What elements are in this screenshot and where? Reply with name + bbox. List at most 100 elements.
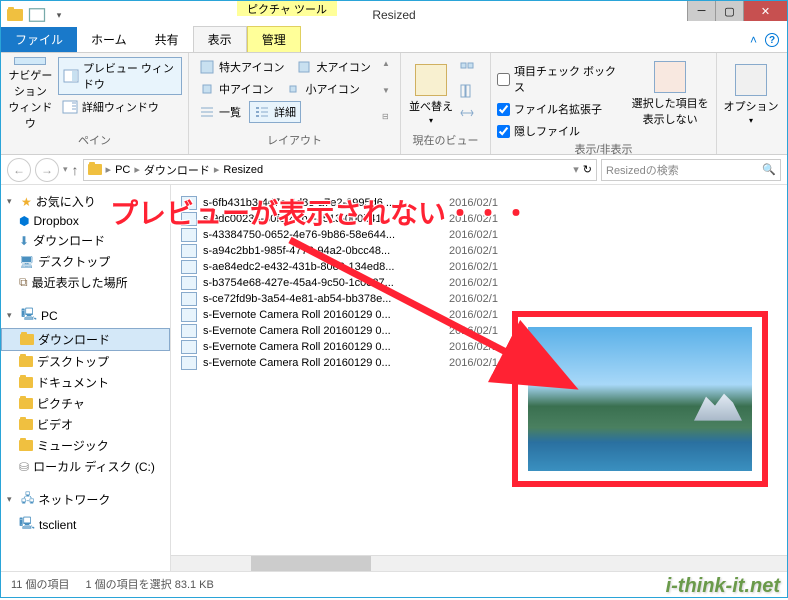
layout-list[interactable]: 一覧 (195, 102, 245, 122)
pc-icon: 🖳 (21, 305, 37, 326)
file-date: 2016/02/1 (449, 277, 498, 289)
item-checkbox-toggle[interactable]: 項目チェック ボックス (497, 61, 626, 97)
image-file-icon (181, 276, 197, 290)
file-name: s-a94c2bb1-985f-4776-94a2-0bcc48... (203, 245, 443, 257)
sort-button[interactable]: 並べ替え ▾ (407, 57, 455, 131)
pane-group-label: ペイン (7, 132, 182, 150)
file-list[interactable]: s-6fb431b3-4d7e-4d8e-a7e2-8995d6...2016/… (171, 185, 787, 571)
up-button[interactable]: ↑ (72, 162, 79, 178)
file-row[interactable]: s-43384750-0652-4e76-9b86-58e644...2016/… (181, 227, 787, 243)
tab-home[interactable]: ホーム (77, 27, 141, 52)
status-selection: 1 個の項目を選択 83.1 KB (85, 576, 213, 592)
tab-share[interactable]: 共有 (141, 27, 193, 52)
qat-dropdown[interactable]: ▾ (49, 5, 69, 25)
preview-pane-button[interactable]: プレビュー ウィンドウ (58, 57, 182, 95)
image-file-icon (181, 228, 197, 242)
image-file-icon (181, 196, 197, 210)
tab-file[interactable]: ファイル (1, 27, 77, 52)
group-by-icon[interactable] (459, 61, 475, 77)
close-button[interactable]: ✕ (743, 1, 787, 21)
file-row[interactable]: s-a94c2bb1-985f-4776-94a2-0bcc48... 2016/… (181, 243, 787, 259)
layout-details[interactable]: 詳細 (249, 101, 301, 123)
tree-videos[interactable]: ビデオ (1, 414, 170, 435)
file-row[interactable]: s-b3754e68-427e-45a4-9c50-1c0837... 2016/… (181, 275, 787, 291)
tree-pictures[interactable]: ピクチャ (1, 393, 170, 414)
qat-icon[interactable] (27, 5, 47, 25)
image-file-icon (181, 340, 197, 354)
file-ext-toggle[interactable]: ファイル名拡張子 (497, 99, 626, 119)
layout-extra-large[interactable]: 特大アイコン (195, 57, 288, 77)
navigation-bar: ← → ▾ ↑ ▸ PC ▸ ダウンロード ▸ Resized ▾ ↻ Resi… (1, 155, 787, 185)
tab-manage[interactable]: 管理 (247, 26, 301, 52)
file-name: s-b3754e68-427e-45a4-9c50-1c0837... (203, 277, 443, 289)
tree-music[interactable]: ミュージック (1, 435, 170, 456)
computer-icon: 🖳 (19, 514, 35, 535)
tree-pc-downloads[interactable]: ダウンロード (1, 328, 170, 351)
file-date: 2016/02/1 (449, 245, 498, 257)
help-icon[interactable]: ? (765, 33, 779, 47)
options-button[interactable]: オプション ▾ (723, 57, 779, 131)
add-columns-icon[interactable] (459, 83, 475, 99)
minimize-button[interactable]: ─ (687, 1, 715, 21)
ribbon-collapse-icon[interactable]: ˄ (750, 33, 757, 47)
layout-medium[interactable]: 中アイコン (195, 79, 277, 99)
image-file-icon (181, 212, 197, 226)
breadcrumb-resized[interactable]: Resized (223, 164, 263, 176)
breadcrumb-downloads[interactable]: ダウンロード (144, 162, 210, 178)
tree-network[interactable]: ▾🖧ネットワーク (1, 487, 170, 512)
breadcrumb[interactable]: ▸ PC ▸ ダウンロード ▸ Resized ▾ ↻ (83, 159, 597, 181)
search-input[interactable]: Resizedの検索 🔍 (601, 159, 781, 181)
file-row[interactable]: s-ae84edc2-e432-431b-80e0-134ed8...2016/… (181, 259, 787, 275)
image-file-icon (181, 308, 197, 322)
tree-tsclient[interactable]: 🖳tsclient (1, 512, 170, 537)
hide-selected-icon (654, 61, 686, 93)
hidden-files-toggle[interactable]: 隠しファイル (497, 121, 626, 141)
layout-scroll-down[interactable]: ▼ (382, 86, 394, 95)
file-row[interactable]: s-ce72fd9b-3a54-4e81-ab54-bb378e... 2016/… (181, 291, 787, 307)
recent-icon: ⧉ (19, 275, 28, 290)
hide-selected-button[interactable]: 選択した項目を 表示しない (630, 57, 710, 131)
tree-pc-desktop[interactable]: デスクトップ (1, 351, 170, 372)
image-file-icon (181, 260, 197, 274)
file-name: s-ce72fd9b-3a54-4e81-ab54-bb378e... (203, 293, 443, 305)
file-date: 2016/02/1 (449, 229, 498, 241)
tree-documents[interactable]: ドキュメント (1, 372, 170, 393)
navigation-pane-button[interactable]: ナビゲーション ウィンドウ (7, 57, 54, 131)
download-icon (20, 334, 34, 345)
tree-downloads[interactable]: ⬇ダウンロード (1, 230, 170, 251)
maximize-button[interactable]: ▢ (715, 1, 743, 21)
tree-pc[interactable]: ▾🖳PC (1, 303, 170, 328)
layout-scroll-up[interactable]: ▲ (382, 59, 394, 68)
recent-locations-button[interactable]: ▾ (63, 164, 68, 175)
layout-large[interactable]: 大アイコン (292, 57, 374, 77)
layout-more[interactable]: ⊟ (382, 112, 394, 121)
breadcrumb-pc[interactable]: PC (115, 164, 130, 176)
details-pane-button[interactable]: 詳細ウィンドウ (58, 97, 182, 117)
tree-recent[interactable]: ⧉最近表示した場所 (1, 272, 170, 293)
search-icon: 🔍 (762, 163, 776, 176)
navigation-tree[interactable]: ▾★お気に入り ⬢Dropbox ⬇ダウンロード 🖥デスクトップ ⧉最近表示した… (1, 185, 171, 571)
forward-button[interactable]: → (35, 158, 59, 182)
back-button[interactable]: ← (7, 158, 31, 182)
file-row[interactable]: s-6fb431b3-4d7e-4d8e-a7e2-8995d6...2016/… (181, 195, 787, 211)
refresh-button[interactable]: ↻ (583, 163, 592, 176)
options-icon (735, 64, 767, 96)
tree-favorites[interactable]: ▾★お気に入り (1, 191, 170, 212)
file-date: 2016/02/1 (449, 357, 498, 369)
tree-local-disk[interactable]: ⛁ローカル ディスク (C:) (1, 456, 170, 477)
tab-view[interactable]: 表示 (193, 26, 247, 52)
tree-desktop[interactable]: 🖥デスクトップ (1, 251, 170, 272)
download-icon: ⬇ (19, 234, 29, 248)
breadcrumb-dropdown[interactable]: ▾ (573, 163, 579, 176)
file-row[interactable]: s-9dc00234-80fe-40bc-8513-000b41...2016/… (181, 211, 787, 227)
medium-icon (199, 81, 215, 97)
layout-small[interactable]: 小アイコン (281, 79, 363, 99)
horizontal-scrollbar[interactable] (171, 555, 787, 571)
file-date: 2016/02/1 (449, 293, 498, 305)
size-columns-icon[interactable] (459, 105, 475, 121)
image-file-icon (181, 356, 197, 370)
file-date: 2016/02/1 (449, 261, 498, 273)
disk-icon: ⛁ (19, 460, 29, 474)
tree-dropbox[interactable]: ⬢Dropbox (1, 212, 170, 230)
file-name: s-Evernote Camera Roll 20160129 0... (203, 325, 443, 337)
